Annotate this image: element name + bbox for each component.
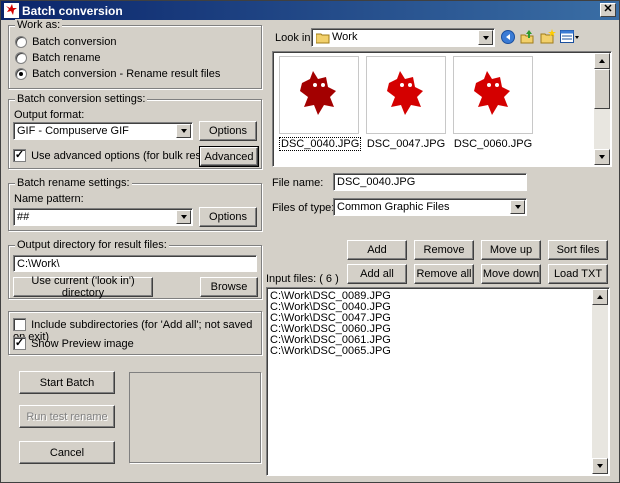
batch-conversion-window: Batch conversion ✕ Work as: Batch conver…: [0, 0, 620, 483]
radio-label: Batch rename: [32, 52, 101, 65]
file-name-label: File name:: [272, 177, 324, 189]
work-as-group: Work as: Batch conversion Batch rename B…: [8, 19, 262, 89]
radio-indicator: [15, 68, 27, 81]
add-all-button[interactable]: Add all: [347, 264, 407, 284]
title-bar[interactable]: Batch conversion ✕: [1, 1, 619, 20]
close-button[interactable]: ✕: [600, 3, 616, 17]
format-options-button[interactable]: Options: [199, 121, 257, 141]
input-files-list[interactable]: C:\Work\DSC_0089.JPG C:\Work\DSC_0040.JP…: [266, 287, 610, 476]
app-icon: [4, 3, 19, 18]
advanced-options-label: Use advanced options (for bulk resize...…: [31, 149, 228, 162]
rename-settings-group: Batch rename settings: Name pattern: ## …: [8, 177, 262, 231]
radio-label: Batch conversion - Rename result files: [32, 68, 221, 81]
start-batch-button[interactable]: Start Batch: [19, 371, 115, 394]
thumbnail-scrollbar[interactable]: [594, 53, 610, 165]
file-name-value: DSC_0040.JPG: [337, 176, 416, 188]
radio-batch-rename[interactable]: Batch rename: [15, 52, 101, 65]
checkbox-indicator: [13, 318, 26, 331]
scroll-up-button[interactable]: [592, 289, 608, 305]
name-pattern-select[interactable]: ##: [13, 208, 193, 226]
irfanview-cat-icon: [300, 71, 336, 115]
input-files-items: C:\Work\DSC_0089.JPG C:\Work\DSC_0040.JP…: [270, 291, 391, 357]
file-type-label: Files of type:: [272, 202, 335, 214]
move-up-button[interactable]: Move up: [481, 240, 541, 260]
show-preview-checkbox[interactable]: ✓ Show Preview image: [13, 337, 134, 350]
load-txt-button[interactable]: Load TXT: [548, 264, 608, 284]
rename-settings-label: Batch rename settings:: [15, 177, 132, 189]
thumbnail-caption: DSC_0060.JPG: [453, 138, 533, 150]
browse-button[interactable]: Browse: [200, 277, 258, 297]
thumbnail-item[interactable]: DSC_0040.JPG: [279, 56, 362, 166]
output-format-select[interactable]: GIF - Compuserve GIF: [13, 122, 193, 140]
scroll-down-button[interactable]: [594, 149, 610, 165]
name-pattern-label: Name pattern:: [14, 193, 84, 205]
irfanview-cat-icon: [474, 71, 510, 115]
output-directory-group: Output directory for result files: C:\Wo…: [8, 239, 262, 299]
thumbnail-image: [453, 56, 533, 134]
chevron-down-icon[interactable]: [478, 30, 493, 45]
look-in-value: Work: [332, 31, 358, 43]
output-directory-input[interactable]: C:\Work\: [13, 255, 257, 272]
check-icon: ✓: [13, 337, 26, 350]
use-current-directory-button[interactable]: Use current ('look in') directory: [13, 275, 153, 299]
chevron-down-icon[interactable]: [510, 200, 525, 214]
radio-indicator: [15, 36, 27, 49]
thumbnail-caption: DSC_0040.JPG: [279, 137, 362, 151]
radio-indicator: [15, 52, 27, 65]
run-test-rename-button[interactable]: Run test rename: [19, 405, 115, 428]
irfanview-cat-icon: [387, 71, 423, 115]
work-as-label: Work as:: [15, 19, 63, 31]
look-in-select[interactable]: Work: [311, 28, 495, 47]
thumbnail-item[interactable]: DSC_0060.JPG: [453, 56, 533, 166]
chevron-down-icon[interactable]: [176, 210, 191, 224]
advanced-button[interactable]: Advanced: [199, 146, 259, 167]
thumbnail-image: [279, 56, 359, 134]
window-title: Batch conversion: [22, 4, 123, 18]
output-directory-value: C:\Work\: [17, 258, 60, 270]
scroll-down-button[interactable]: [592, 458, 608, 474]
radio-batch-conversion[interactable]: Batch conversion: [15, 36, 117, 49]
add-button[interactable]: Add: [347, 240, 407, 260]
scroll-up-button[interactable]: [594, 53, 610, 69]
file-type-value: Common Graphic Files: [337, 201, 450, 213]
input-files-scrollbar[interactable]: [592, 289, 608, 474]
sort-files-button[interactable]: Sort files: [548, 240, 608, 260]
radio-label: Batch conversion: [32, 36, 117, 49]
thumbnail-caption: DSC_0047.JPG: [366, 138, 446, 150]
back-arrow-icon[interactable]: [501, 30, 515, 44]
output-format-label: Output format:: [14, 109, 85, 121]
check-icon: ✓: [13, 149, 26, 162]
radio-batch-conversion-rename[interactable]: Batch conversion - Rename result files: [15, 68, 221, 81]
file-name-input[interactable]: DSC_0040.JPG: [333, 173, 527, 191]
preview-image-box: [129, 372, 261, 463]
up-folder-icon[interactable]: [520, 29, 536, 45]
conversion-settings-group: Batch conversion settings: Output format…: [8, 93, 262, 169]
chevron-down-icon[interactable]: [176, 124, 191, 138]
rename-options-button[interactable]: Options: [199, 207, 257, 227]
misc-options-group: Include subdirectories (for 'Add all'; n…: [8, 311, 262, 355]
cancel-button[interactable]: Cancel: [19, 441, 115, 464]
show-preview-label: Show Preview image: [31, 337, 134, 350]
input-files-label: Input files: ( 6 ): [266, 273, 339, 285]
remove-button[interactable]: Remove: [414, 240, 474, 260]
move-down-button[interactable]: Move down: [481, 264, 541, 284]
scroll-thumb[interactable]: [594, 69, 610, 109]
output-format-value: GIF - Compuserve GIF: [17, 125, 129, 137]
name-pattern-value: ##: [17, 211, 30, 223]
file-type-select[interactable]: Common Graphic Files: [333, 198, 527, 216]
close-icon: ✕: [603, 3, 613, 15]
conversion-settings-label: Batch conversion settings:: [15, 93, 148, 105]
view-menu-icon[interactable]: [560, 30, 580, 44]
thumbnail-image: [366, 56, 446, 134]
remove-all-button[interactable]: Remove all: [414, 264, 474, 284]
output-directory-label: Output directory for result files:: [15, 239, 169, 251]
new-folder-icon[interactable]: [540, 29, 556, 45]
look-in-label: Look in:: [275, 32, 314, 44]
thumbnail-item[interactable]: DSC_0047.JPG: [366, 56, 446, 166]
thumbnail-view[interactable]: DSC_0040.JPG DSC_0047.JPG DSC_0060.JPG: [272, 51, 612, 167]
list-item[interactable]: C:\Work\DSC_0065.JPG: [270, 346, 391, 357]
folder-icon: [316, 33, 330, 44]
advanced-options-checkbox[interactable]: ✓ Use advanced options (for bulk resize.…: [13, 149, 228, 162]
